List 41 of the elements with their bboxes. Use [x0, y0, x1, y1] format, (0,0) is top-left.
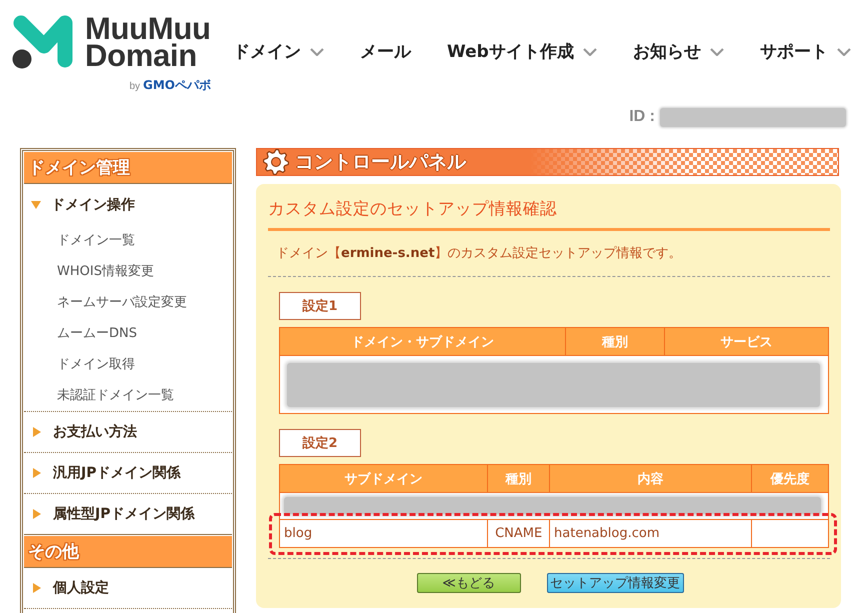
brand-name: GMOペパボ — [143, 77, 211, 94]
logo-wordmark: MuuMuu Domain — [85, 15, 211, 69]
sidebar-section-header: その他 — [24, 536, 232, 568]
table-cell-text: blog — [283, 525, 314, 543]
column-header: 種別 — [564, 328, 664, 355]
nav-item[interactable]: Webサイト作成 — [447, 40, 597, 63]
nav-item[interactable]: メール — [360, 40, 411, 63]
logo-icon — [12, 15, 74, 69]
column-header: ドメイン・サブドメイン — [280, 328, 565, 355]
column-header: 内容 — [549, 465, 752, 492]
column-header: 優先度 — [751, 465, 828, 492]
table-cell: hatenablog.com — [549, 520, 752, 547]
description-text: ドメイン【ermine-s.net】のカスタム設定セットアップ情報です。 — [268, 244, 830, 277]
nav-item[interactable]: ドメイン — [233, 40, 324, 63]
nav-item[interactable]: サポート — [760, 40, 851, 63]
nav-item[interactable]: お知らせ — [632, 40, 724, 63]
sidebar-link[interactable]: ドメイン一覧 — [57, 225, 135, 256]
sidebar-section-header: ドメイン管理 — [24, 152, 232, 184]
sidebar-item[interactable]: 汎用JPドメイン関係 — [33, 463, 180, 483]
sidebar-link[interactable]: ネームサーバ設定変更 — [57, 287, 187, 318]
sidebar-link[interactable]: ムームーDNS — [57, 318, 137, 349]
sidebar-item[interactable]: ドメイン操作 — [31, 195, 135, 215]
page-title: カスタム設定のセットアップ情報確認 — [268, 197, 830, 231]
sidebar-link[interactable]: WHOIS情報変更 — [57, 256, 154, 287]
column-header: 種別 — [487, 465, 550, 492]
section-label: 設定2 — [279, 429, 361, 457]
sidebar-link[interactable]: ドメイン取得 — [57, 349, 135, 380]
change-setup-button[interactable]: セットアップ情報変更 — [546, 573, 684, 593]
column-header: サービス — [664, 328, 828, 355]
banner-title: コントロールパネル — [295, 150, 466, 175]
sidebar-item[interactable]: 個人設定 — [33, 578, 109, 598]
logo-byline: by — [129, 81, 140, 92]
column-header: サブドメイン — [280, 465, 488, 492]
sidebar-item[interactable]: 属性型JPドメイン関係 — [33, 504, 194, 524]
gear-icon — [263, 149, 289, 175]
table-cell: CNAME — [487, 520, 550, 547]
sidebar-item[interactable]: お支払い方法 — [33, 422, 137, 442]
back-button[interactable]: ≪もどる — [416, 573, 520, 593]
section-label: 設定1 — [279, 292, 361, 320]
id-label: ID : — [629, 108, 655, 126]
sidebar-link[interactable]: 未認証ドメイン一覧 — [57, 380, 174, 411]
